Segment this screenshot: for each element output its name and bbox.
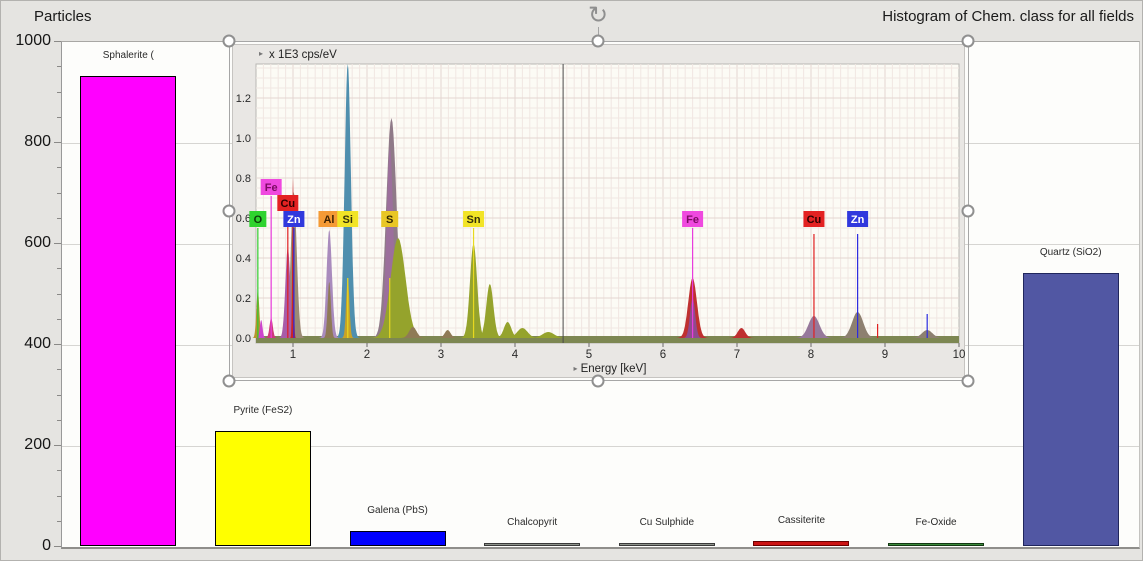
selection-handle-w[interactable] xyxy=(222,204,236,218)
y-axis-tick xyxy=(54,243,61,244)
app-canvas: Particles Histogram of Chem. class for a… xyxy=(0,0,1143,561)
histogram-bar[interactable] xyxy=(80,76,177,546)
x-axis-tick-label: 4 xyxy=(512,349,519,361)
y-axis-tick xyxy=(54,142,61,143)
selection-handle-s[interactable] xyxy=(591,374,605,388)
x-axis-tick-label: 6 xyxy=(660,349,666,361)
y-axis-tick xyxy=(57,192,61,194)
rotate-handle-icon[interactable]: ↻ xyxy=(588,3,608,27)
histogram-bar-label: Pyrite (FeS2) xyxy=(233,404,293,416)
y-axis-tick xyxy=(57,268,61,270)
y-axis-tick xyxy=(57,318,61,320)
spectrum-overlay[interactable]: ↻ 1 2 3 4 5 6 7 8 9 10 0.0 0.2 0.4 0.6 0.8 1.0 1.2 ▸ x 1E3… xyxy=(222,3,975,388)
histogram-bar-label: Sphalerite ( xyxy=(102,50,154,62)
y-axis-tick xyxy=(57,116,61,118)
y-axis-label: 200 xyxy=(24,436,51,453)
spectrum-unit-label: x 1E3 cps/eV xyxy=(269,49,337,61)
y-axis-tick xyxy=(57,470,61,472)
element-label-text: Si xyxy=(343,214,353,226)
y-axis-tick xyxy=(57,66,61,68)
chart-title-particles: Particles xyxy=(34,8,92,25)
x-axis-tick-label: 3 xyxy=(438,349,444,361)
spectrum-y-label: 0.0 xyxy=(236,333,251,345)
histogram-bar-label: Galena (PbS) xyxy=(367,504,428,516)
axis-arrow-icon: ▸ xyxy=(574,364,578,373)
chart-title-histogram: Histogram of Chem. class for all fields xyxy=(882,8,1134,25)
x-axis-tick-label: 2 xyxy=(364,349,370,361)
histogram-bar[interactable] xyxy=(1022,273,1119,546)
selection-handle-nw[interactable] xyxy=(222,34,236,48)
y-axis-tick xyxy=(57,293,61,295)
y-axis-label: 800 xyxy=(24,133,51,150)
element-label-text: Fe xyxy=(265,182,278,194)
histogram-bar[interactable] xyxy=(753,541,850,546)
element-label-text: Zn xyxy=(287,214,301,226)
histogram-bar-label: Quartz (SiO2) xyxy=(1039,247,1102,259)
y-axis-tick xyxy=(57,394,61,396)
element-label-text: Cu xyxy=(807,214,822,226)
selection-handle-e[interactable] xyxy=(961,204,975,218)
y-axis-label: 0 xyxy=(42,537,51,554)
spectrum-chart: 1 2 3 4 5 6 7 8 9 10 0.0 0.2 0.4 0.6 0.8 1.0 1.2 ▸ x 1E3 c… xyxy=(229,41,969,381)
selection-handle-sw[interactable] xyxy=(222,374,236,388)
histogram-bar-label: Fe-Oxide xyxy=(915,517,957,528)
element-label-text: S xyxy=(386,214,393,226)
histogram-bar[interactable] xyxy=(349,530,446,546)
spectrum-plot-bg xyxy=(255,63,960,344)
y-axis-tick xyxy=(57,419,61,421)
axis-arrow-icon: ▸ xyxy=(259,49,263,58)
element-label-text: O xyxy=(254,214,263,226)
element-label-text: Fe xyxy=(686,214,699,226)
y-axis-tick xyxy=(57,520,61,522)
x-axis-tick-label: 10 xyxy=(953,349,966,361)
y-axis-label: 1000 xyxy=(15,32,51,49)
element-label-text: Cu xyxy=(280,198,295,210)
y-axis-tick xyxy=(54,445,61,446)
y-axis-tick xyxy=(54,344,61,345)
x-axis-tick-label: 5 xyxy=(586,349,592,361)
element-label-text: Al xyxy=(323,214,334,226)
y-axis-tick xyxy=(54,41,61,42)
y-axis-tick xyxy=(57,217,61,219)
spectrum-y-label: 1.0 xyxy=(236,133,251,145)
y-axis-label: 600 xyxy=(24,234,51,251)
x-axis-tick-label: 9 xyxy=(882,349,888,361)
y-axis-tick xyxy=(57,91,61,93)
selection-handle-se[interactable] xyxy=(961,374,975,388)
histogram-bar[interactable] xyxy=(888,543,985,546)
x-axis-tick-label: 7 xyxy=(734,349,740,361)
x-axis-tick-label: 1 xyxy=(290,349,296,361)
histogram-bar[interactable] xyxy=(618,543,715,546)
x-axis-tick-label: 8 xyxy=(808,349,814,361)
spectrum-y-label: 0.2 xyxy=(236,293,251,305)
spectrum-y-label: 0.4 xyxy=(236,253,251,265)
y-axis-tick xyxy=(54,546,61,547)
y-axis-label: 400 xyxy=(24,335,51,352)
spectrum-y-label: 0.8 xyxy=(236,173,251,185)
spectrum-x-axis-title: Energy [keV] xyxy=(581,363,647,375)
histogram-bar-label: Cassiterite xyxy=(777,515,826,527)
histogram-bar[interactable] xyxy=(214,430,311,546)
y-axis-tick xyxy=(57,167,61,169)
element-label-text: Sn xyxy=(467,214,481,226)
y-axis-tick xyxy=(57,495,61,497)
selection-handle-ne[interactable] xyxy=(961,34,975,48)
histogram-bar[interactable] xyxy=(484,543,581,546)
element-label-text: Zn xyxy=(851,214,865,226)
histogram-bar-label: Cu Sulphide xyxy=(639,517,695,528)
spectrum-y-label: 0.6 xyxy=(236,213,251,225)
spectrum-y-label: 1.2 xyxy=(236,93,251,105)
selection-handle-n[interactable] xyxy=(591,34,605,48)
y-axis-tick xyxy=(57,369,61,371)
histogram-bar-label: Chalcopyrit xyxy=(507,517,558,528)
